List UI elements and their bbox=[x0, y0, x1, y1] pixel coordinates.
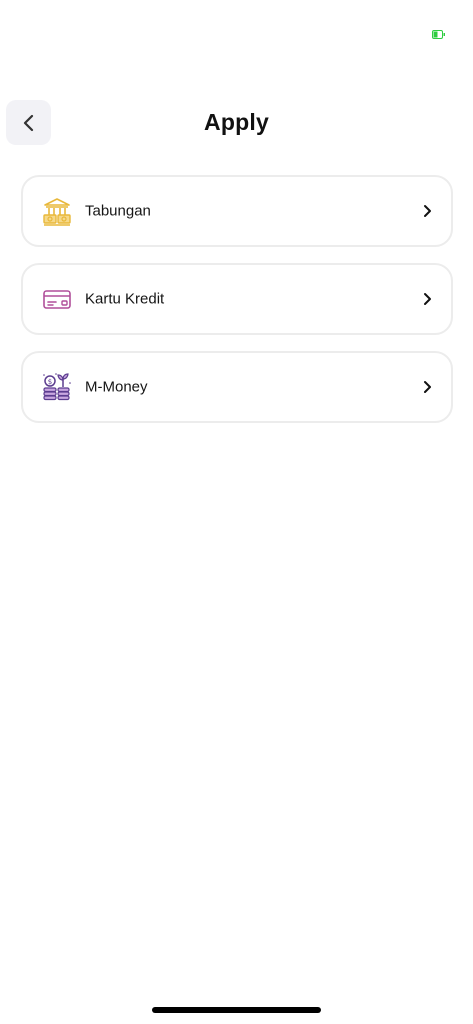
menu-item-m-money[interactable]: $ M-Money bbox=[21, 351, 453, 423]
page-title: Apply bbox=[204, 109, 269, 135]
battery-charging-icon bbox=[432, 30, 445, 39]
credit-card-icon bbox=[41, 283, 73, 315]
status-bar bbox=[0, 0, 473, 60]
apply-menu-list: Tabungan Kartu Kredit $ M-Money bbox=[21, 175, 453, 439]
svg-text:$: $ bbox=[48, 378, 52, 386]
menu-item-tabungan[interactable]: Tabungan bbox=[21, 175, 453, 247]
chevron-right-icon bbox=[424, 293, 431, 305]
menu-item-label: Tabungan bbox=[85, 202, 151, 220]
home-indicator[interactable] bbox=[152, 1007, 321, 1013]
menu-item-kartu-kredit[interactable]: Kartu Kredit bbox=[21, 263, 453, 335]
header: Apply bbox=[0, 100, 473, 146]
chevron-right-icon bbox=[424, 205, 431, 217]
bank-savings-icon bbox=[41, 195, 73, 227]
money-growth-icon: $ bbox=[41, 371, 73, 403]
menu-item-label: Kartu Kredit bbox=[85, 290, 165, 308]
menu-item-label: M-Money bbox=[85, 378, 148, 396]
chevron-right-icon bbox=[424, 381, 431, 393]
